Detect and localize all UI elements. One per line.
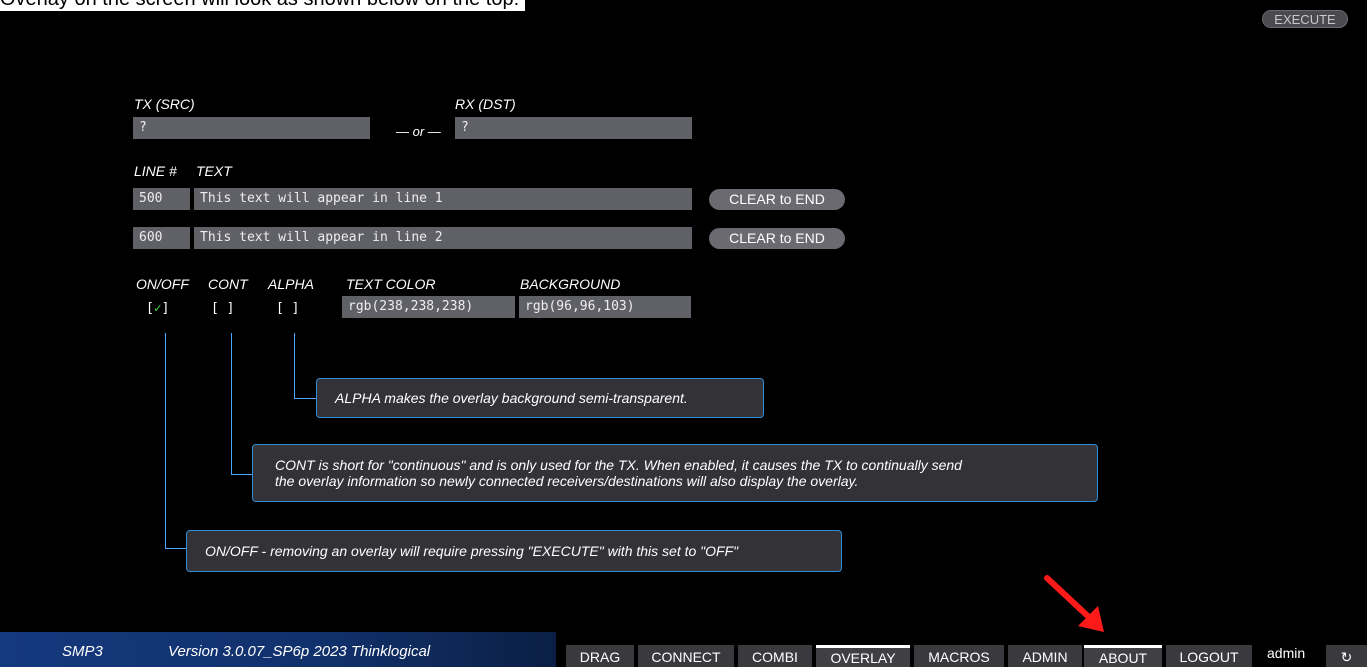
checkmark-icon: ✓ bbox=[153, 301, 162, 316]
cont-callout: CONT is short for "continuous" and is on… bbox=[252, 444, 1098, 502]
cont-label: CONT bbox=[208, 276, 248, 292]
tab-drag[interactable]: DRAG bbox=[566, 645, 634, 667]
or-separator: — or — bbox=[396, 124, 441, 139]
version-text: Version 3.0.07_SP6p 2023 Thinklogical bbox=[168, 643, 431, 660]
tab-connect[interactable]: CONNECT bbox=[638, 645, 734, 667]
cont-connector-vertical bbox=[231, 333, 232, 475]
background-color-input[interactable]: rgb(96,96,103) bbox=[519, 296, 691, 318]
tab-about[interactable]: ABOUT bbox=[1084, 645, 1162, 667]
alpha-callout: ALPHA makes the overlay background semi-… bbox=[316, 378, 764, 418]
tab-overlay[interactable]: OVERLAY bbox=[816, 645, 910, 667]
clear-to-end-button-2[interactable]: CLEAR to END bbox=[709, 228, 845, 249]
text-color-label: TEXT COLOR bbox=[346, 276, 436, 292]
current-user: admin bbox=[1267, 645, 1306, 661]
rx-dst-input[interactable]: ? bbox=[455, 117, 692, 139]
refresh-icon[interactable]: ↻ bbox=[1326, 645, 1367, 667]
text-color-input[interactable]: rgb(238,238,238) bbox=[342, 296, 515, 318]
onoff-connector-horizontal bbox=[165, 548, 186, 549]
line-text-input-1[interactable]: This text will appear in line 1 bbox=[194, 188, 692, 210]
alpha-connector-horizontal bbox=[294, 398, 316, 399]
line-text-input-2[interactable]: This text will appear in line 2 bbox=[194, 227, 692, 249]
rx-dst-label: RX (DST) bbox=[455, 96, 516, 112]
cont-connector-horizontal bbox=[231, 474, 252, 475]
red-arrow-icon bbox=[1044, 575, 1104, 632]
line-number-label: LINE # bbox=[134, 163, 177, 179]
onoff-callout-text: ON/OFF - removing an overlay will requir… bbox=[205, 543, 739, 559]
onoff-checkbox[interactable]: [✓] bbox=[146, 301, 169, 316]
cont-callout-text-line2: the overlay information so newly connect… bbox=[275, 473, 859, 489]
execute-button[interactable]: EXECUTE bbox=[1262, 10, 1348, 28]
onoff-callout: ON/OFF - removing an overlay will requir… bbox=[186, 530, 842, 572]
cont-callout-text-line1: CONT is short for "continuous" and is on… bbox=[275, 457, 962, 473]
cont-checkbox[interactable]: [ ] bbox=[211, 301, 234, 316]
text-label: TEXT bbox=[196, 163, 232, 179]
tx-src-label: TX (SRC) bbox=[134, 96, 195, 112]
alpha-connector-vertical bbox=[294, 333, 295, 399]
line-number-input-1[interactable]: 500 bbox=[133, 188, 190, 210]
tab-macros[interactable]: MACROS bbox=[914, 645, 1004, 667]
alpha-checkbox[interactable]: [ ] bbox=[276, 301, 299, 316]
background-label: BACKGROUND bbox=[520, 276, 621, 292]
clear-to-end-button-1[interactable]: CLEAR to END bbox=[709, 189, 845, 210]
tx-src-input[interactable]: ? bbox=[133, 117, 370, 139]
onoff-connector-vertical bbox=[165, 333, 166, 549]
tab-logout[interactable]: LOGOUT bbox=[1166, 645, 1252, 667]
instruction-strip: Overlay on the screen will look as shown… bbox=[0, 0, 1367, 29]
line-number-input-2[interactable]: 600 bbox=[133, 227, 190, 249]
tab-admin[interactable]: ADMIN bbox=[1008, 645, 1082, 667]
brand-area: SMP3 Version 3.0.07_SP6p 2023 Thinklogic… bbox=[0, 632, 556, 667]
alpha-label: ALPHA bbox=[268, 276, 314, 292]
alpha-callout-text: ALPHA makes the overlay background semi-… bbox=[335, 390, 688, 406]
tab-combi[interactable]: COMBI bbox=[738, 645, 812, 667]
product-name: SMP3 bbox=[62, 643, 103, 660]
onoff-label: ON/OFF bbox=[136, 276, 189, 292]
instruction-text: Overlay on the screen will look as shown… bbox=[0, 0, 526, 11]
